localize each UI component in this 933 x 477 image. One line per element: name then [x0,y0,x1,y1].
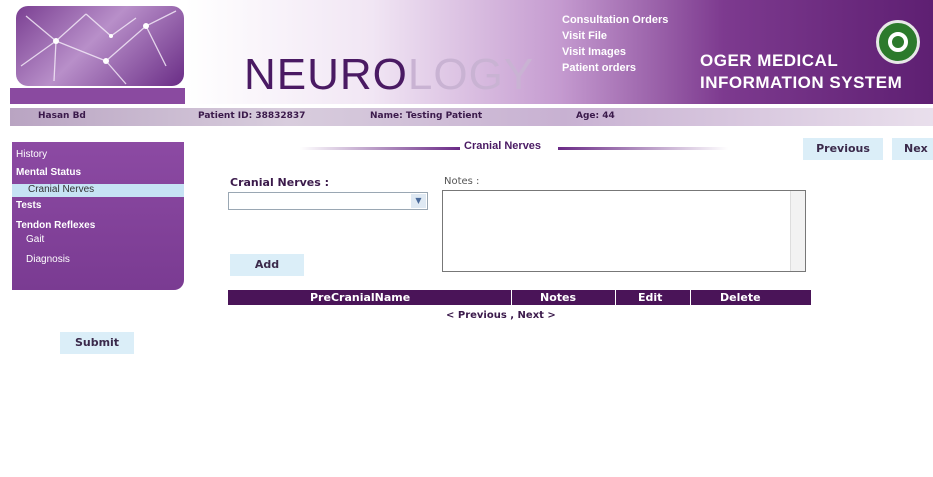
submit-button[interactable]: Submit [60,332,134,354]
section-title: Cranial Nerves [464,140,542,152]
header-links: Consultation Orders Visit File Visit Ima… [562,12,668,76]
link-visit-file[interactable]: Visit File [562,28,668,44]
sidebar-item-mental-status[interactable]: Mental Status [16,167,81,178]
previous-button[interactable]: Previous [803,138,883,160]
column-header-notes: Notes [540,291,577,304]
cranial-nerves-label: Cranial Nerves : [230,176,330,189]
brand-name: OGER MEDICAL INFORMATION SYSTEM [700,50,902,94]
left-band [10,88,188,104]
add-button[interactable]: Add [230,254,304,276]
column-divider [690,290,691,305]
sidebar-item-history[interactable]: History [16,149,47,160]
sidebar-item-gait[interactable]: Gait [26,234,44,245]
sidebar-item-cranial-nerves[interactable]: Cranial Nerves [12,184,184,197]
notes-scrollbar[interactable] [790,191,805,271]
patient-info-bar: Hasan Bd Patient ID: 38832837 Name: Test… [10,108,933,126]
sidebar: History Mental Status Cranial Nerves Tes… [12,142,184,290]
column-divider [511,290,512,305]
next-button[interactable]: Nex [892,138,933,160]
section-divider-left [300,147,460,150]
chevron-down-icon[interactable]: ▼ [411,194,426,208]
user-name: Hasan Bd [38,111,86,121]
neurons-image [16,6,184,86]
patient-name: Name: Testing Patient [370,111,483,121]
sidebar-item-label: Cranial Nerves [28,184,95,195]
sidebar-item-tests[interactable]: Tests [16,200,41,211]
table-pager[interactable]: < Previous , Next > [446,310,556,321]
oger-logo-icon [876,20,920,64]
section-divider-right [558,147,728,150]
column-divider [615,290,616,305]
notes-label: Notes : [444,176,480,187]
table-header: PreCranialName Notes Edit Delete [228,290,811,305]
link-consultation-orders[interactable]: Consultation Orders [562,12,668,28]
column-header-precranialname: PreCranialName [310,291,411,304]
link-visit-images[interactable]: Visit Images [562,44,668,60]
title-light: LOGY [407,50,535,99]
sidebar-item-diagnosis[interactable]: Diagnosis [26,254,70,265]
header: NEUROLOGY Consultation Orders Visit File… [0,0,933,118]
notes-textarea[interactable] [442,190,806,272]
brand-line1: OGER MEDICAL [700,51,839,70]
column-header-edit: Edit [638,291,663,304]
cranial-nerves-select[interactable]: ▼ [228,192,428,210]
title-dark: NEURO [244,50,408,99]
patient-age: Age: 44 [576,111,615,121]
column-header-delete: Delete [720,291,761,304]
patient-id: Patient ID: 38832837 [198,111,306,121]
page-title: NEUROLOGY [244,50,534,100]
sidebar-item-tendon-reflexes[interactable]: Tendon Reflexes [16,220,95,231]
brand-line2: INFORMATION SYSTEM [700,73,903,92]
link-patient-orders[interactable]: Patient orders [562,60,668,76]
